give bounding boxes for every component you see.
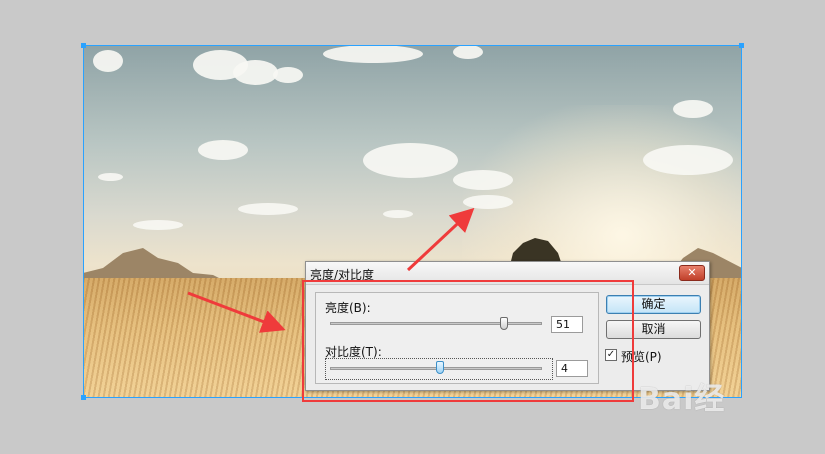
cloud bbox=[363, 143, 458, 178]
cloud bbox=[463, 195, 513, 209]
selection-border-left bbox=[83, 45, 84, 398]
cloud bbox=[273, 67, 303, 83]
cloud bbox=[453, 45, 483, 59]
baidu-watermark: Bai经 bbox=[638, 382, 726, 417]
cloud bbox=[453, 170, 513, 190]
cloud bbox=[198, 140, 248, 160]
cloud bbox=[323, 45, 423, 63]
annotation-highlight-box bbox=[302, 280, 634, 402]
resize-handle-top-right[interactable] bbox=[739, 43, 744, 48]
cloud bbox=[233, 60, 278, 85]
cloud bbox=[98, 173, 123, 181]
resize-handle-top-left[interactable] bbox=[81, 43, 86, 48]
selection-border-right bbox=[741, 45, 742, 398]
cloud bbox=[93, 50, 123, 72]
selection-border-top bbox=[83, 45, 742, 46]
cloud bbox=[673, 100, 713, 118]
resize-handle-bottom-left[interactable] bbox=[81, 395, 86, 400]
close-icon: ✕ bbox=[687, 266, 697, 279]
close-button[interactable]: ✕ bbox=[679, 265, 705, 281]
cloud bbox=[643, 145, 733, 175]
